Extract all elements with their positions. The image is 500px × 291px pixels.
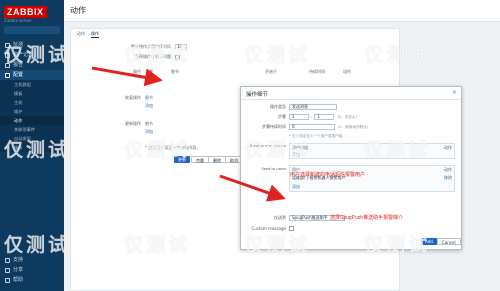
op-type-select[interactable]: 发送消息 [289, 104, 337, 110]
page-title: 动作 [70, 6, 86, 15]
submenu-services[interactable]: 服务 [0, 143, 64, 152]
submenu-actions[interactable]: 动作 [0, 116, 64, 125]
update-add-row: 添加 [145, 129, 153, 135]
steps-row: 步骤 1 - 1 (0 - 无穷大) [278, 114, 357, 120]
help-icon [5, 257, 10, 263]
submenu-discovery[interactable]: 自动发现 [0, 134, 64, 143]
zabbix-logo[interactable]: ZABBIX [4, 6, 47, 18]
custom-message-checkbox[interactable] [289, 226, 294, 231]
groups-add-link[interactable]: 添加 [292, 152, 300, 158]
submenu-event-correlation[interactable]: 关联项事件 [0, 125, 64, 134]
operation-details-dialog: 操作细节 × 操作类型 发送消息 步骤 1 - 1 (0 - 无穷大) 步骤持续… [240, 86, 462, 250]
users-remove-link[interactable]: 移除 [444, 175, 452, 181]
submenu-hosts[interactable]: 主机 [0, 98, 64, 107]
steps-from-input[interactable]: 1 [289, 114, 309, 120]
page-header: 动作 [64, 0, 500, 22]
users-add-link[interactable]: 添加 [292, 184, 300, 190]
sidebar: ZABBIX Zabbix server 监测 资产记录 报告 配置 主机群组 … [0, 0, 64, 291]
users-table: 用户 动作 运维部门-报警机器人报警用户 移除 添加 [289, 165, 455, 192]
nav-item-inventory[interactable]: 资产记录 [0, 50, 64, 60]
row-pause-operations: 暂停操作以制止问题 ✓ [135, 54, 180, 60]
question-icon [5, 277, 10, 283]
wrench-icon [5, 72, 10, 78]
row-recovery: 恢复操作 细节 [125, 95, 153, 100]
list-icon [5, 52, 10, 58]
search-input[interactable] [4, 26, 60, 34]
submenu-templates[interactable]: 模板 [0, 89, 64, 98]
operations-add-row: 添加 [145, 78, 153, 84]
dialog-divider [241, 99, 461, 100]
dialog-cancel-button[interactable]: Cancel [437, 238, 461, 245]
steps-to-input[interactable]: 1 [314, 114, 335, 120]
default-duration-input[interactable]: 1h [175, 44, 187, 50]
op-type-row: 操作类型 发送消息 [241, 104, 337, 110]
submenu-host-groups[interactable]: 主机群组 [0, 80, 64, 89]
annotation-media: 选择SpugPush推送助手报警媒介 [330, 215, 404, 221]
dialog-title: 操作细节 [246, 92, 269, 98]
tab-action[interactable]: 动作 [77, 29, 85, 38]
annotation-users: 用户选择新建的电话短信报警用户 [290, 172, 366, 178]
row-default-duration: 默认操作步骤持续时间 1h [71, 44, 187, 50]
nav-item-share[interactable]: 分享 [0, 265, 64, 275]
recovery-add-link[interactable]: 添加 [145, 103, 153, 109]
operations-add-link[interactable]: 添加 [145, 78, 153, 84]
share-icon [5, 267, 10, 273]
tab-operations[interactable]: 操作 [91, 29, 99, 38]
custom-message-row: Custom message [241, 226, 294, 231]
send-users-row: Send to users [261, 167, 286, 171]
form-tabs: 动作 操作 [71, 29, 99, 38]
delete-button[interactable]: 删除 [208, 156, 226, 163]
submenu-maintenance[interactable]: 维护 [0, 107, 64, 116]
nav-item-support[interactable]: 支持 [0, 255, 64, 265]
row-update: 更新操作 细节 [125, 121, 153, 126]
dialog-add-button[interactable]: Add [421, 238, 437, 245]
step-duration-input[interactable]: 0 [289, 124, 335, 130]
clone-button[interactable]: 克隆 [191, 156, 209, 163]
server-name: Zabbix server [4, 18, 32, 23]
send-groups-row: Send to user groups [249, 144, 286, 148]
update-button[interactable]: 更新 [174, 156, 190, 163]
user-groups-table: 用户群组 动作 添加 [289, 143, 455, 159]
close-icon[interactable]: × [452, 89, 457, 96]
nav-item-configuration[interactable]: 配置 [0, 70, 64, 80]
pause-checkbox[interactable]: ✓ [175, 54, 180, 60]
chart-icon [5, 62, 10, 68]
update-add-link[interactable]: 添加 [145, 129, 153, 135]
sidebar-bottom: 支持 分享 帮助 [0, 255, 64, 285]
required-note: * 必须至少设置一个执行内容。 [145, 145, 201, 150]
must-select-note: * 至少选定至少一个用户或用户组。 [289, 134, 346, 138]
recovery-add-row: 添加 [145, 103, 153, 109]
step-duration-row: 步骤持续时间 0 (0 - 使用动作默认) [262, 124, 369, 130]
main-nav: 监测 资产记录 报告 配置 主机群组 模板 主机 维护 动作 关联项事件 自动发… [0, 40, 64, 152]
row-operations: 操作 步骤 细节 开始于 持续时间 动作 [133, 69, 351, 74]
nav-item-monitoring[interactable]: 监测 [0, 40, 64, 50]
eye-icon [5, 42, 10, 48]
nav-item-reports[interactable]: 报告 [0, 60, 64, 70]
config-submenu: 主机群组 模板 主机 维护 动作 关联项事件 自动发现 服务 [0, 80, 64, 152]
nav-item-help[interactable]: 帮助 [0, 275, 64, 285]
